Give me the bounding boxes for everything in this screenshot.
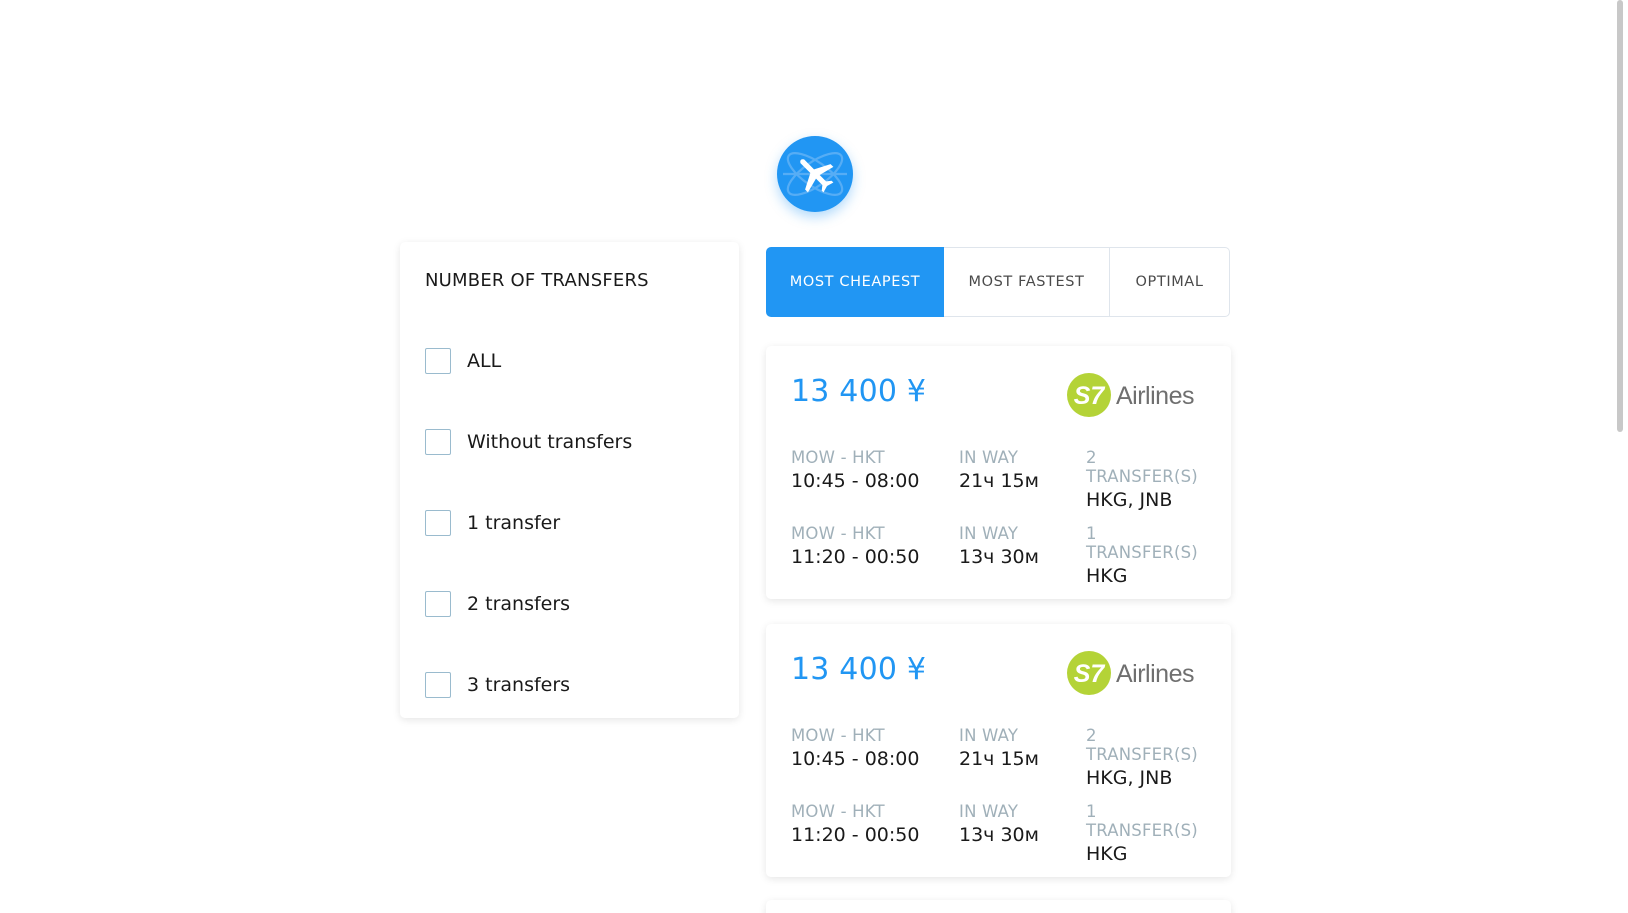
segment-stops-col: 2 TRANSFER(S) HKG, JNB [1086, 448, 1211, 511]
page: NUMBER OF TRANSFERS ALL Without transfer… [0, 0, 1628, 913]
ticket-card-partial[interactable] [766, 900, 1231, 913]
filter-option-all[interactable]: ALL [425, 346, 725, 376]
segment-route: MOW - HKT [791, 524, 885, 543]
segment-duration-label: IN WAY [959, 802, 1019, 821]
tab-optimal[interactable]: OPTIMAL [1110, 247, 1230, 317]
scrollbar-thumb[interactable] [1617, 0, 1623, 432]
carrier-name: Airlines [1116, 382, 1194, 410]
segment-route-col: MOW - HKT 10:45 - 08:00 [791, 726, 919, 770]
segment-stops-label: 1 TRANSFER(S) [1086, 524, 1198, 562]
transfers-filter-panel: NUMBER OF TRANSFERS ALL Without transfer… [400, 242, 739, 718]
segment-stops-col: 1 TRANSFER(S) HKG [1086, 524, 1211, 587]
tab-most-fastest[interactable]: MOST FASTEST [944, 247, 1110, 317]
segment-row: MOW - HKT 11:20 - 00:50 IN WAY 13ч 30м 1… [791, 802, 1211, 865]
segment-time: 11:20 - 00:50 [791, 546, 920, 568]
checkbox[interactable] [425, 510, 451, 536]
segment-route-col: MOW - HKT 11:20 - 00:50 [791, 524, 919, 568]
segment-stops-col: 1 TRANSFER(S) HKG [1086, 802, 1211, 865]
segment-duration-label: IN WAY [959, 448, 1019, 467]
carrier-name: Airlines [1116, 660, 1194, 688]
filter-title: NUMBER OF TRANSFERS [425, 270, 649, 291]
ticket-card[interactable]: 13 400 ¥ S7 Airlines MOW - HKT 10:45 - 0… [766, 346, 1231, 599]
carrier-logo-text: S7 [1074, 382, 1106, 410]
segment-duration-col: IN WAY 13ч 30м [959, 524, 1039, 568]
segment-stops: HKG, JNB [1086, 489, 1173, 511]
segment-row: MOW - HKT 10:45 - 08:00 IN WAY 21ч 15м 2… [791, 448, 1211, 511]
segment-route: MOW - HKT [791, 726, 885, 745]
checkbox[interactable] [425, 348, 451, 374]
segment-stops: HKG [1086, 565, 1128, 587]
segment-route: MOW - HKT [791, 448, 885, 467]
segment-time: 10:45 - 08:00 [791, 470, 920, 492]
segment-stops-label: 2 TRANSFER(S) [1086, 726, 1198, 764]
segment-stops: HKG, JNB [1086, 767, 1173, 789]
segment-stops-col: 2 TRANSFER(S) HKG, JNB [1086, 726, 1211, 789]
ticket-price: 13 400 ¥ [791, 374, 927, 409]
filter-option-3-transfers[interactable]: 3 transfers [425, 670, 725, 700]
segment-route-col: MOW - HKT 11:20 - 00:50 [791, 802, 919, 846]
carrier-logo-text: S7 [1074, 660, 1106, 688]
segment-duration-col: IN WAY 13ч 30м [959, 802, 1039, 846]
tab-most-cheapest[interactable]: MOST CHEAPEST [766, 247, 944, 317]
filter-option-label: ALL [467, 350, 502, 372]
airplane-globe-icon [777, 136, 853, 212]
filter-option-1-transfer[interactable]: 1 transfer [425, 508, 725, 538]
filter-option-label: Without transfers [467, 431, 633, 453]
filter-option-2-transfers[interactable]: 2 transfers [425, 589, 725, 619]
filter-option-label: 3 transfers [467, 674, 571, 696]
checkbox[interactable] [425, 591, 451, 617]
segment-stops-label: 1 TRANSFER(S) [1086, 802, 1198, 840]
segment-route-col: MOW - HKT 10:45 - 08:00 [791, 448, 919, 492]
segment-duration: 21ч 15м [959, 748, 1039, 770]
segment-duration-col: IN WAY 21ч 15м [959, 448, 1039, 492]
segment-stops: HKG [1086, 843, 1128, 865]
checkbox[interactable] [425, 429, 451, 455]
filter-option-label: 2 transfers [467, 593, 571, 615]
segment-duration-label: IN WAY [959, 524, 1019, 543]
ticket-price: 13 400 ¥ [791, 652, 927, 687]
segment-row: MOW - HKT 10:45 - 08:00 IN WAY 21ч 15м 2… [791, 726, 1211, 789]
scrollbar-track[interactable] [1612, 0, 1628, 913]
segment-duration: 13ч 30м [959, 824, 1039, 846]
segment-duration: 21ч 15м [959, 470, 1039, 492]
segment-duration: 13ч 30м [959, 546, 1039, 568]
segment-time: 10:45 - 08:00 [791, 748, 920, 770]
segment-row: MOW - HKT 11:20 - 00:50 IN WAY 13ч 30м 1… [791, 524, 1211, 587]
filter-option-label: 1 transfer [467, 512, 561, 534]
sort-tabs: MOST CHEAPEST MOST FASTEST OPTIMAL [766, 247, 1230, 317]
segment-stops-label: 2 TRANSFER(S) [1086, 448, 1198, 486]
segment-duration-col: IN WAY 21ч 15м [959, 726, 1039, 770]
checkbox[interactable] [425, 672, 451, 698]
segment-route: MOW - HKT [791, 802, 885, 821]
segment-duration-label: IN WAY [959, 726, 1019, 745]
ticket-card[interactable]: 13 400 ¥ S7 Airlines MOW - HKT 10:45 - 0… [766, 624, 1231, 877]
segment-time: 11:20 - 00:50 [791, 824, 920, 846]
s7-airlines-logo: S7 Airlines [1067, 371, 1207, 419]
filter-option-without-transfers[interactable]: Without transfers [425, 427, 725, 457]
s7-airlines-logo: S7 Airlines [1067, 649, 1207, 697]
